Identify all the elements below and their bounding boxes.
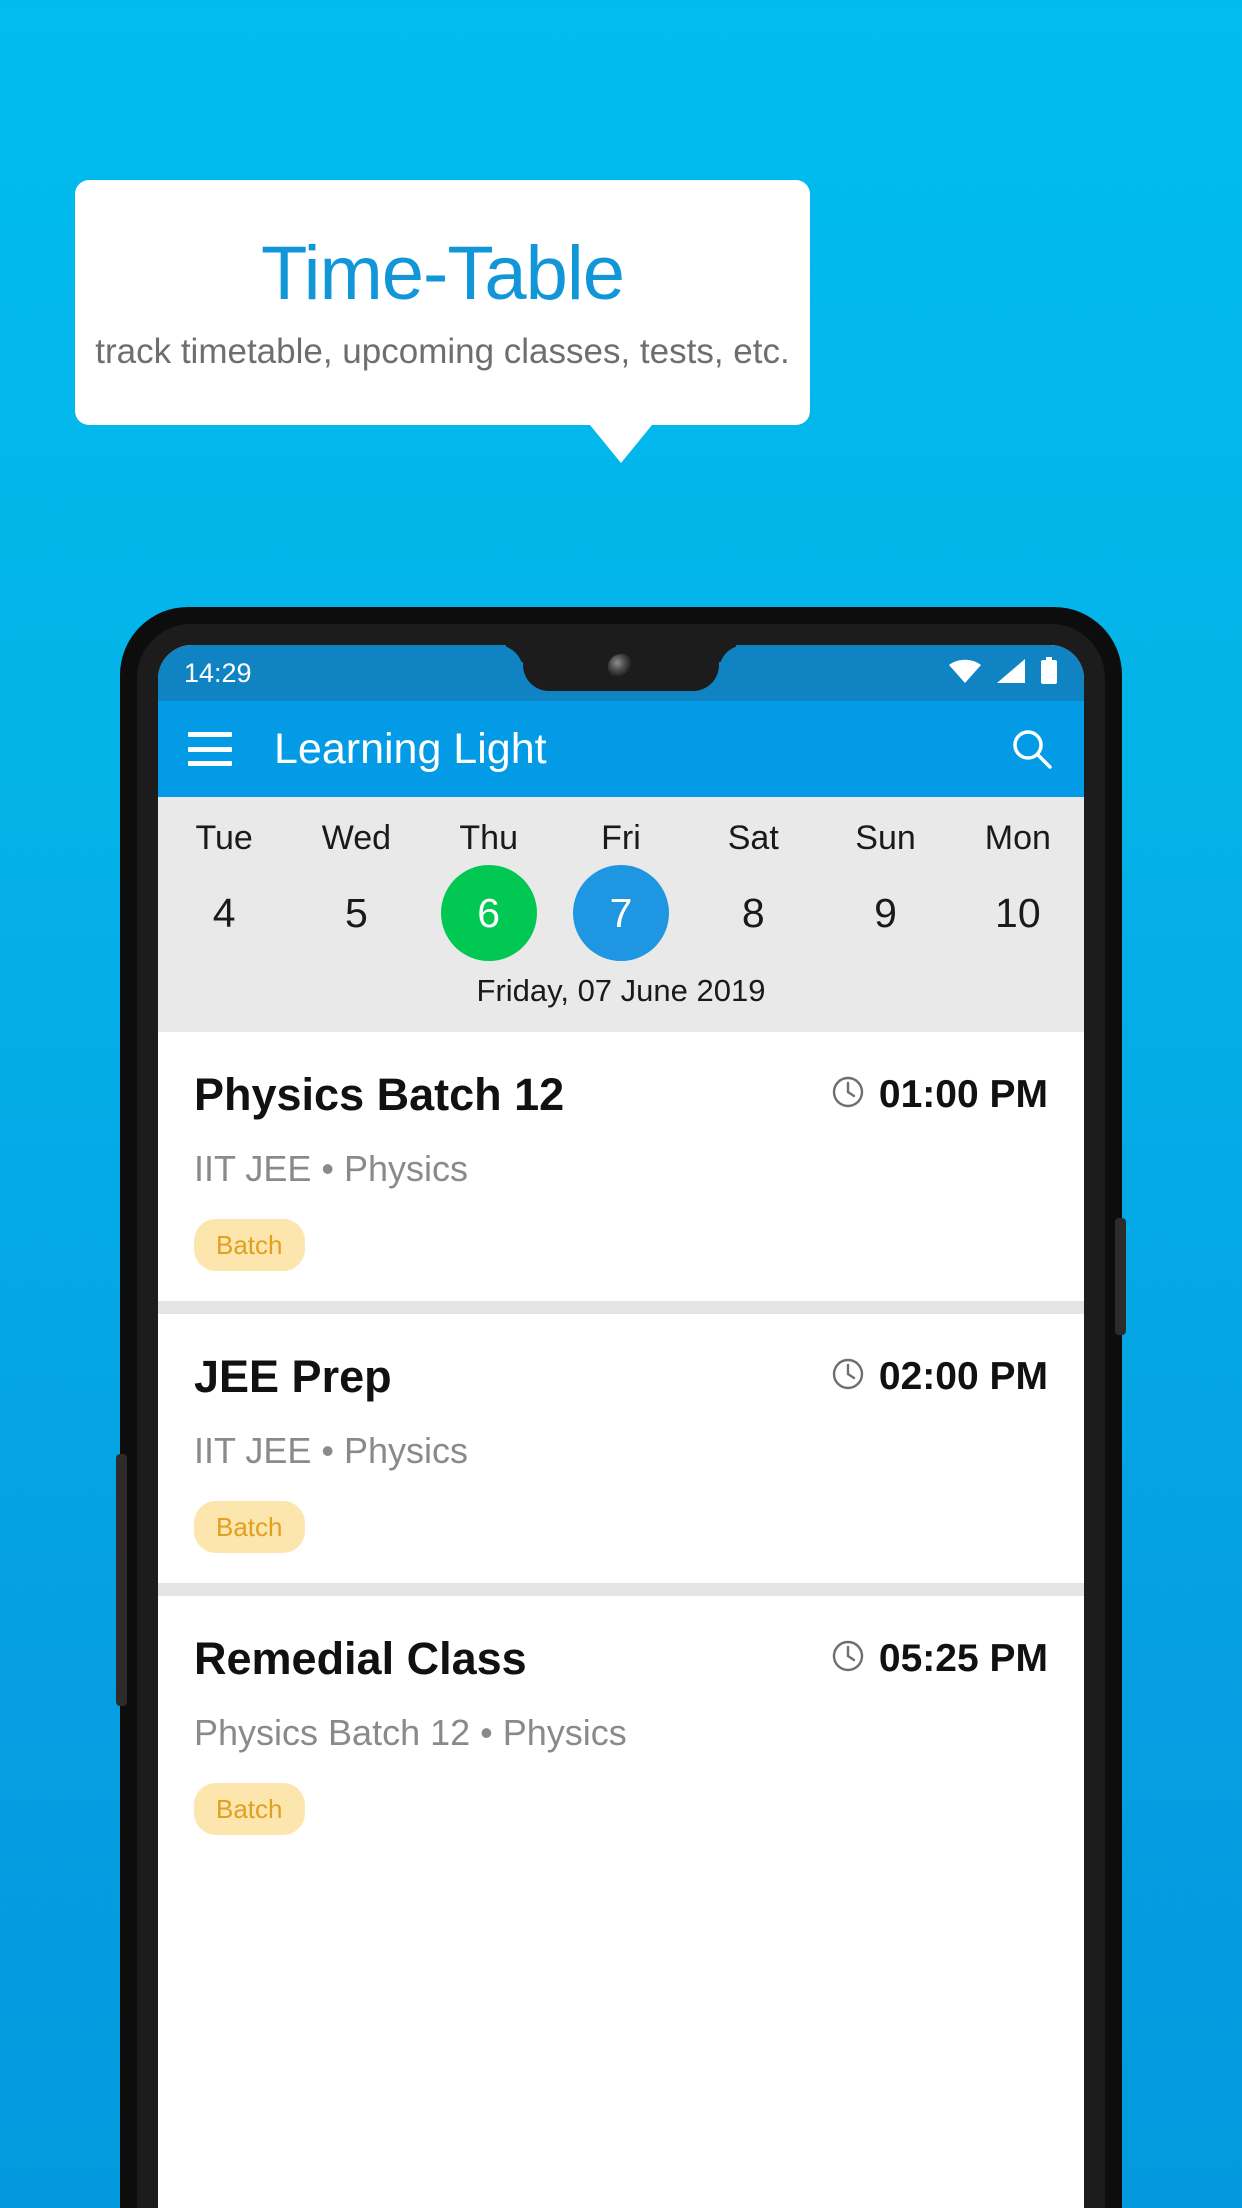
- app-bar: Learning Light: [158, 701, 1084, 797]
- status-icons-group: [948, 656, 1058, 690]
- class-title: JEE Prep: [194, 1351, 392, 1402]
- schedule-list-item[interactable]: Physics Batch 12 01:00 PM IIT JEE • Phys…: [158, 1032, 1084, 1301]
- class-time: 02:00 PM: [878, 1355, 1048, 1398]
- promo-callout-bubble: Time-Table track timetable, upcoming cla…: [75, 180, 810, 425]
- class-subtitle: IIT JEE • Physics: [194, 1148, 469, 1189]
- promo-subtitle: track timetable, upcoming classes, tests…: [95, 332, 790, 371]
- class-title: Remedial Class: [194, 1633, 527, 1684]
- status-bar: 14:29: [158, 645, 1084, 701]
- app-bar-title: Learning Light: [274, 724, 547, 773]
- clock-icon: [831, 1639, 865, 1678]
- front-camera-icon: [608, 654, 634, 680]
- date-cell-6-today[interactable]: 6: [423, 861, 555, 965]
- wifi-icon: [948, 658, 982, 689]
- date-cell-5[interactable]: 5: [290, 861, 422, 965]
- date-number: 9: [874, 889, 897, 936]
- date-number-today: 6: [440, 865, 537, 961]
- day-dates-row: 4 5 6 7 8 9 10: [158, 861, 1084, 965]
- date-cell-9[interactable]: 9: [819, 861, 951, 965]
- day-name: Sat: [727, 819, 779, 857]
- date-cell-8[interactable]: 8: [687, 861, 819, 965]
- class-time-group: 05:25 PM: [831, 1639, 1048, 1678]
- class-subtitle: IIT JEE • Physics: [194, 1430, 469, 1471]
- day-name: Thu: [459, 819, 518, 857]
- search-icon[interactable]: [1010, 727, 1054, 771]
- phone-screen: 14:29 Learning Light Tue Wed Thu Fri Sat…: [158, 645, 1084, 2208]
- week-day-strip: Tue Wed Thu Fri Sat Sun Mon 4 5 6 7 8 9 …: [158, 797, 1084, 1032]
- promo-title: Time-Table: [260, 231, 625, 316]
- class-time: 01:00 PM: [878, 1073, 1048, 1116]
- card-header-row: Remedial Class 05:25 PM: [194, 1636, 1048, 1681]
- status-clock: 14:29: [184, 657, 252, 688]
- day-name: Mon: [984, 819, 1051, 857]
- class-time: 05:25 PM: [878, 1637, 1048, 1680]
- date-cell-10[interactable]: 10: [952, 861, 1084, 965]
- status-badge: Batch: [194, 1219, 305, 1271]
- date-number: 8: [741, 889, 765, 936]
- hamburger-menu-icon[interactable]: [188, 732, 232, 766]
- clock-icon: [831, 1075, 865, 1114]
- schedule-list-item[interactable]: JEE Prep 02:00 PM IIT JEE • Physics Batc…: [158, 1314, 1084, 1583]
- day-name: Tue: [195, 819, 253, 857]
- day-name: Sun: [855, 819, 916, 857]
- power-button[interactable]: [1115, 1218, 1126, 1335]
- day-cell[interactable]: Tue: [158, 813, 290, 861]
- date-cell-7-selected[interactable]: 7: [555, 861, 687, 965]
- day-cell[interactable]: Wed: [290, 813, 422, 861]
- day-name: Wed: [321, 819, 392, 857]
- signal-icon: [996, 658, 1026, 689]
- day-cell[interactable]: Mon: [952, 813, 1084, 861]
- day-name: Fri: [601, 819, 641, 857]
- day-cell[interactable]: Sun: [819, 813, 951, 861]
- class-time-group: 01:00 PM: [831, 1075, 1048, 1114]
- selected-date-label: Friday, 07 June 2019: [476, 973, 766, 1008]
- schedule-list: Physics Batch 12 01:00 PM IIT JEE • Phys…: [158, 1032, 1084, 1865]
- class-time-group: 02:00 PM: [831, 1357, 1048, 1396]
- card-header-row: JEE Prep 02:00 PM: [194, 1354, 1048, 1399]
- clock-icon: [831, 1357, 865, 1396]
- date-cell-4[interactable]: 4: [158, 861, 290, 965]
- display-notch: [523, 645, 719, 691]
- battery-icon: [1040, 656, 1058, 690]
- date-number: 10: [995, 889, 1041, 936]
- date-number: 4: [212, 889, 236, 936]
- day-names-row: Tue Wed Thu Fri Sat Sun Mon: [158, 813, 1084, 861]
- date-number-selected: 7: [572, 865, 669, 961]
- status-badge: Batch: [194, 1501, 305, 1553]
- day-cell[interactable]: Sat: [687, 813, 819, 861]
- date-number: 5: [345, 889, 368, 936]
- promo-bubble-tail: [590, 425, 652, 463]
- card-header-row: Physics Batch 12 01:00 PM: [194, 1072, 1048, 1117]
- volume-button[interactable]: [116, 1454, 127, 1706]
- schedule-list-item[interactable]: Remedial Class 05:25 PM Physics Batch 12…: [158, 1596, 1084, 1865]
- day-cell[interactable]: Thu: [423, 813, 555, 861]
- class-subtitle: Physics Batch 12 • Physics: [194, 1712, 627, 1753]
- class-title: Physics Batch 12: [194, 1069, 565, 1120]
- day-cell[interactable]: Fri: [555, 813, 687, 861]
- phone-mockup: 14:29 Learning Light Tue Wed Thu Fri Sat…: [116, 607, 1126, 2208]
- status-badge: Batch: [194, 1783, 305, 1835]
